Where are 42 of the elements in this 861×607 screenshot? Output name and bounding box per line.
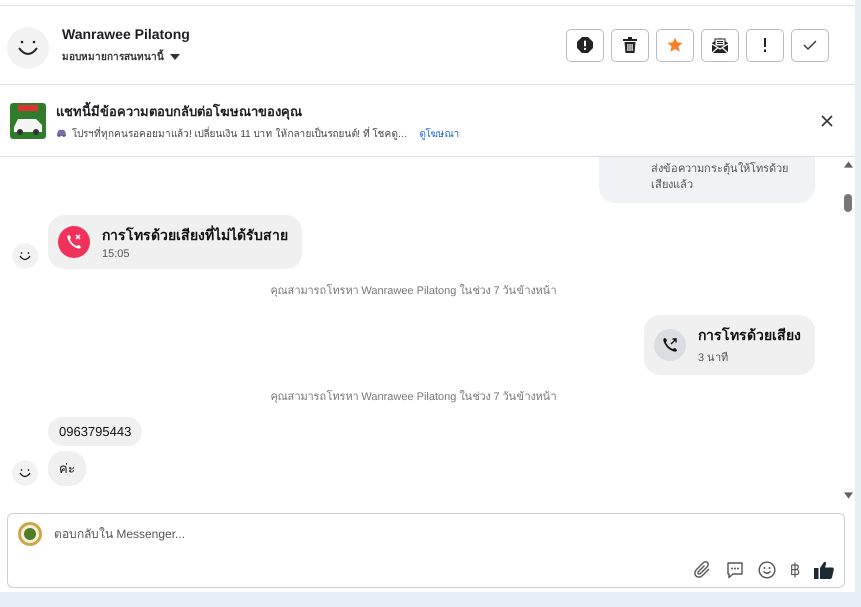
message-bubble: ค่ะ [48,451,86,486]
ad-reply-title: แชทนี้มีข้อความตอบกลับต่อโฆษณาของคุณ [56,100,303,122]
contact-name: Wanrawee Pilatong [62,26,190,42]
call-title: การโทรด้วยเสียง [698,326,801,345]
assign-conversation-dropdown[interactable]: มอบหมายการสนทนานี้ [62,49,180,64]
scroll-down-icon[interactable] [844,492,852,499]
avatar-smiley-icon [12,460,38,486]
avatar-smiley-icon [12,243,38,269]
exclamation-icon [763,37,767,53]
caret-icon [170,54,180,60]
checkmark-icon [803,40,817,50]
view-ad-link[interactable]: ดูโฆษณา [420,126,460,140]
done-button[interactable] [791,28,829,62]
reply-field[interactable]: ตอบกลับใน Messenger... [54,527,834,541]
car-icon [56,129,67,137]
call-title: การโทรด้วยเสียงที่ไม่ได้รับสาย [102,224,288,245]
star-icon [667,37,683,53]
scrollbar-thumb[interactable] [844,194,852,212]
ad-thumbnail-car-image [10,102,46,138]
close-icon[interactable] [821,114,833,126]
ad-description: โปรฯที่ทุกคนรอคอยมาแล้ว! เปลี่ยนเงิน 11 บาท ให้กลายเป็นรถยนต์! ที่ โชคดู… [72,126,408,140]
delete-button[interactable] [611,28,649,62]
call-prompt-text: ส่งข้อความกระตุ้นให้โทรด้วยเสียงแล้ว [651,161,789,193]
alert-icon [577,37,593,53]
scroll-up-icon[interactable] [844,161,852,168]
chat-bubble-icon[interactable] [726,561,744,579]
page-logo-icon [18,522,42,546]
baht-icon[interactable] [790,562,800,578]
envelope-icon [711,36,729,54]
system-notice: คุณสามารถโทรหา Wanrawee Pilatong ในช่วง 7 วันข้างหน้า [269,389,558,405]
alert-button[interactable] [566,28,604,62]
call-detail: 15:05 [102,248,131,260]
mail-button[interactable] [701,28,739,62]
call-detail: 3 นาที [698,350,730,366]
trash-icon [623,37,637,53]
star-button[interactable] [656,28,694,62]
paperclip-icon[interactable] [694,561,712,579]
system-notice: คุณสามารถโทรหา Wanrawee Pilatong ในช่วง 7 วันข้างหน้า [269,283,558,299]
message-bubble: 0963795443 [48,417,142,446]
avatar-smiley-icon [7,27,49,69]
emoji-icon[interactable] [758,561,776,579]
thumbs-up-icon[interactable] [814,561,834,579]
